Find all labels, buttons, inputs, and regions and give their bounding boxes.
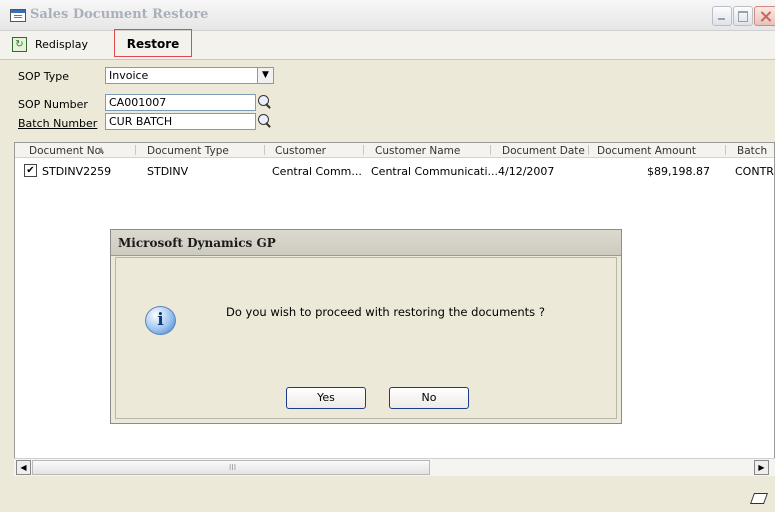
grid-header: Document No. ▲ Document Type Customer Cu… [15,143,774,158]
cell-document-type[interactable]: STDINV [147,165,188,178]
redisplay-label: Redisplay [35,38,88,51]
info-glyph: i [157,310,164,330]
scroll-right-icon[interactable]: ▶ [754,460,769,475]
refresh-icon: ↻ [12,37,27,52]
no-button[interactable]: No [389,387,469,409]
column-separator [264,145,265,155]
cell-customer-name[interactable]: Central Communicati... [371,165,498,178]
column-header-customer-name[interactable]: Customer Name [375,145,460,157]
batch-number-field[interactable]: CUR BATCH [105,113,256,130]
column-separator [490,145,491,155]
maximize-button[interactable] [733,6,753,26]
confirm-dialog: Microsoft Dynamics GP i Do you wish to p… [110,229,622,424]
dialog-title: Microsoft Dynamics GP [118,236,276,250]
sop-number-label: SOP Number [18,98,88,111]
window-titlebar: Sales Document Restore [0,0,775,31]
window-title: Sales Document Restore [30,7,209,22]
row-checkbox[interactable]: ✔ [24,164,37,177]
dialog-message: Do you wish to proceed with restoring th… [226,305,545,319]
dialog-body: i Do you wish to proceed with restoring … [115,257,617,419]
column-separator [725,145,726,155]
column-separator [363,145,364,155]
column-header-batch[interactable]: Batch [737,145,767,157]
cell-batch[interactable]: CONTR [735,165,774,178]
cell-document-amount[interactable]: $89,198.87 [595,165,710,178]
sop-type-select[interactable]: Invoice [105,67,260,84]
horizontal-scrollbar[interactable]: ◀ III ▶ [14,458,775,476]
cell-document-date[interactable]: 4/12/2007 [498,165,554,178]
batch-number-link[interactable]: Batch Number [18,117,97,130]
chevron-down-icon[interactable]: ▼ [257,67,274,84]
column-header-document-type[interactable]: Document Type [147,145,229,157]
status-bar [0,478,775,512]
cell-document-no[interactable]: STDINV2259 [42,165,111,178]
yes-button[interactable]: Yes [286,387,366,409]
restore-button[interactable]: Restore [114,29,192,57]
sop-number-field[interactable]: CA001007 [105,94,256,111]
scroll-left-icon[interactable]: ◀ [16,460,31,475]
column-header-document-no[interactable]: Document No. [29,145,104,157]
column-header-customer[interactable]: Customer [275,145,326,157]
window-icon [10,9,26,22]
scroll-grip: III [229,463,237,472]
column-header-document-amount[interactable]: Document Amount [597,145,696,157]
minimize-button[interactable] [712,6,732,26]
batch-number-lookup-icon[interactable] [257,113,273,129]
close-button[interactable] [754,6,775,26]
cell-customer[interactable]: Central Comm... [272,165,362,178]
dialog-titlebar: Microsoft Dynamics GP [111,230,621,256]
column-separator [135,145,136,155]
column-header-document-date[interactable]: Document Date [502,145,585,157]
sop-number-lookup-icon[interactable] [257,94,273,110]
sop-type-label: SOP Type [18,70,70,83]
sort-ascending-icon: ▲ [98,145,105,154]
restore-label: Restore [126,37,180,51]
redisplay-button[interactable]: ↻ Redisplay [8,34,96,56]
column-separator [588,145,589,155]
scroll-thumb[interactable]: III [32,460,430,475]
info-icon: i [145,306,176,335]
